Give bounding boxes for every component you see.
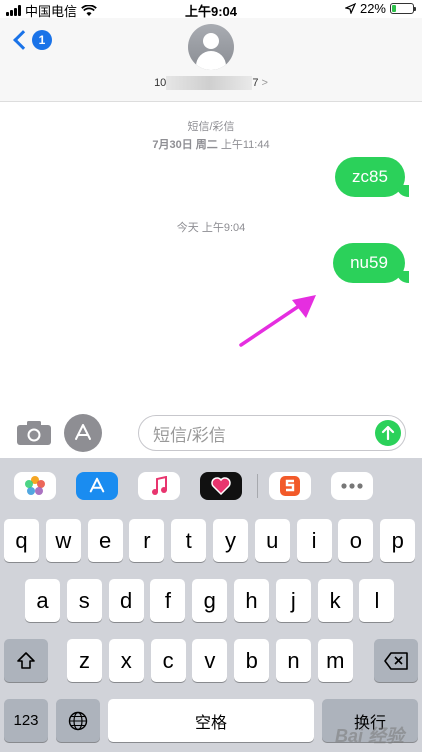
shift-key[interactable] [4, 639, 48, 682]
timestamp-today: 今天 上午9:04 [176, 222, 246, 234]
key-x[interactable]: x [108, 639, 144, 682]
app-strip-divider [257, 474, 258, 498]
chevron-right-icon: > [261, 76, 268, 89]
key-z[interactable]: z [67, 639, 102, 682]
key-i[interactable]: i [296, 519, 332, 562]
key-v[interactable]: v [192, 639, 228, 682]
key-r[interactable]: r [129, 519, 165, 562]
key-u[interactable]: u [254, 519, 290, 562]
numbers-key[interactable]: 123 [4, 699, 48, 742]
battery-fill [392, 5, 397, 12]
key-l[interactable]: l [359, 579, 395, 622]
redacted-number [166, 76, 253, 90]
location-icon [344, 3, 356, 14]
app-store-app-button[interactable] [76, 472, 118, 500]
digital-touch-app-button[interactable] [200, 472, 242, 500]
key-j[interactable]: j [275, 579, 311, 622]
status-right: 22% [344, 1, 416, 16]
message-type-label: 短信/彩信 [187, 121, 235, 133]
key-a[interactable]: a [25, 579, 60, 622]
key-k[interactable]: k [317, 579, 353, 622]
battery-icon [390, 3, 416, 14]
camera-icon[interactable] [16, 420, 52, 446]
person-head-icon [203, 33, 219, 49]
timestamp-header: 短信/彩信 7月30日 周二 上午11:44 [0, 118, 422, 152]
photos-app-button[interactable] [14, 472, 56, 500]
contact-avatar[interactable] [188, 24, 234, 70]
key-f[interactable]: f [150, 579, 186, 622]
message-bubble[interactable]: zc85 [335, 157, 409, 197]
message-input-placeholder: 短信/彩信 [153, 425, 226, 445]
key-g[interactable]: g [192, 579, 228, 622]
key-n[interactable]: n [276, 639, 311, 682]
key-o[interactable]: o [338, 519, 374, 562]
key-h[interactable]: h [234, 579, 269, 622]
message-input[interactable]: 短信/彩信 [138, 415, 406, 451]
imessage-app-strip [0, 458, 422, 514]
chevron-left-icon [13, 30, 33, 50]
music-note-icon [152, 476, 167, 495]
backspace-key[interactable] [374, 639, 418, 682]
conversation-header: 1 10 7 > [0, 18, 422, 102]
timestamp-time: 上午11:44 [220, 139, 270, 151]
send-button[interactable] [375, 420, 401, 446]
message-text: nu59 [350, 253, 388, 272]
key-c[interactable]: c [150, 639, 186, 682]
key-p[interactable]: p [380, 519, 416, 562]
key-y[interactable]: y [213, 519, 248, 562]
message-text: zc85 [352, 167, 388, 186]
shift-icon [17, 651, 35, 669]
message-bubble[interactable]: nu59 [333, 243, 409, 283]
more-icon [341, 483, 363, 489]
annotation-arrow-icon [239, 295, 316, 347]
heart-icon [211, 477, 231, 495]
space-key[interactable]: 空格 [108, 699, 314, 742]
key-w[interactable]: w [45, 519, 81, 562]
globe-key[interactable] [56, 699, 100, 742]
key-m[interactable]: m [317, 639, 353, 682]
contact-prefix: 10 [154, 76, 167, 89]
status-bar: 中国电信 上午9:04 22% [0, 0, 422, 19]
key-e[interactable]: e [87, 519, 123, 562]
sogou-app-button[interactable] [269, 472, 311, 500]
more-apps-button[interactable] [331, 472, 373, 500]
key-s[interactable]: s [66, 579, 102, 622]
app-store-icon [89, 477, 105, 493]
contact-name[interactable]: 10 7 > [0, 76, 422, 90]
app-store-button[interactable] [64, 414, 102, 452]
unread-badge: 1 [32, 30, 52, 50]
back-button[interactable]: 1 [10, 30, 52, 50]
key-d[interactable]: d [108, 579, 144, 622]
photos-icon [25, 476, 45, 495]
keyboard: qwertyuiopasdfghjklzxcvbnm 123 空格 换行 Bai… [0, 458, 422, 752]
backspace-icon [384, 651, 408, 670]
key-b[interactable]: b [234, 639, 270, 682]
sogou-icon [280, 476, 300, 496]
battery-percent: 22% [359, 1, 386, 16]
key-t[interactable]: t [171, 519, 207, 562]
arrow-up-icon [381, 426, 395, 440]
person-body-icon [196, 51, 226, 70]
key-q[interactable]: q [4, 519, 39, 562]
timestamp-date: 7月30日 周二 [152, 139, 218, 151]
compose-bar: 短信/彩信 [0, 408, 422, 456]
app-store-icon [75, 424, 91, 440]
globe-icon [68, 711, 88, 730]
music-app-button[interactable] [138, 472, 180, 500]
contact-suffix: 7 [252, 76, 259, 89]
baidu-watermark: Bai 经验 [334, 726, 404, 746]
